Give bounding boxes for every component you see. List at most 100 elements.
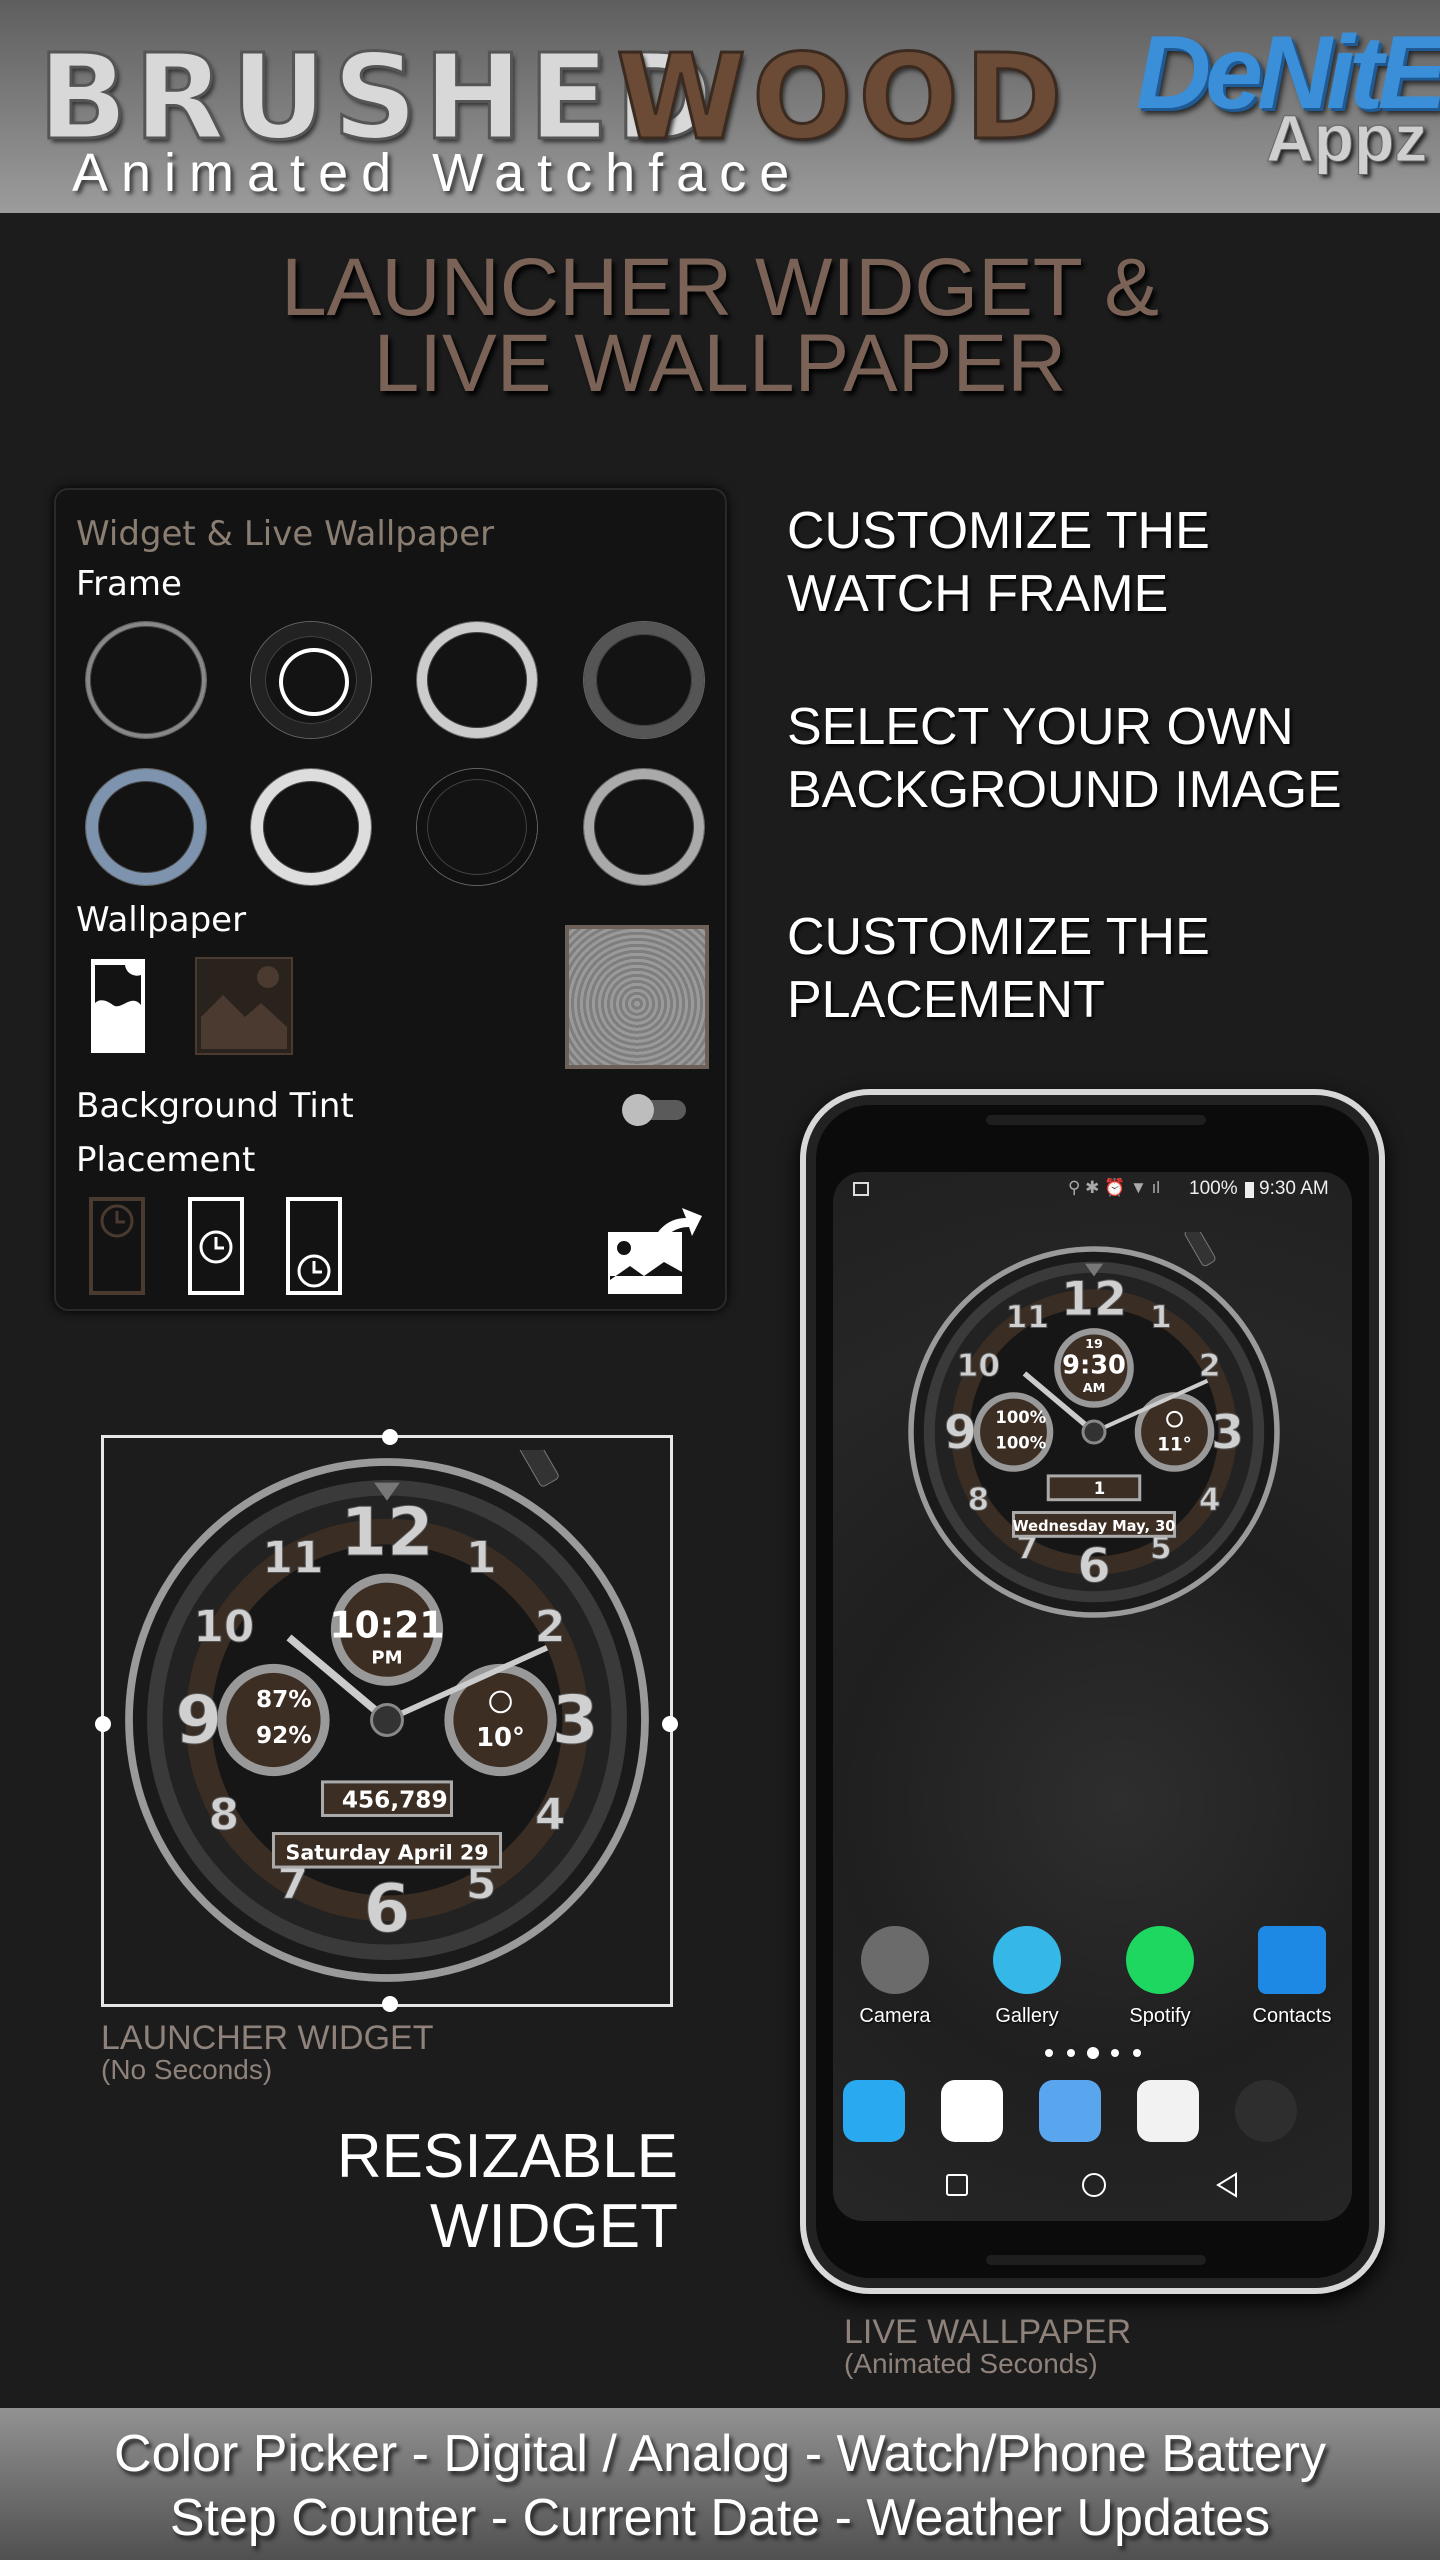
frame-option[interactable]	[86, 622, 206, 738]
app-label: Contacts	[1252, 2005, 1332, 2027]
resizable-line1: RESIZABLE	[336, 2122, 678, 2191]
battery-icon	[1245, 1182, 1254, 1198]
placement-label: Placement	[76, 1140, 256, 1180]
gallery-app-icon[interactable]	[993, 1926, 1061, 1994]
feature-text: CUSTOMIZE THE	[787, 502, 1210, 560]
temperature: 10°	[476, 1723, 525, 1753]
digital-time: 9:30	[1062, 1350, 1126, 1380]
hour-numeral: 2	[535, 1601, 566, 1652]
wallpaper-gallery-icon[interactable]	[195, 957, 293, 1055]
hour-numeral: 10	[957, 1348, 1000, 1384]
nav-bar	[833, 2162, 1352, 2212]
frame-option[interactable]	[417, 769, 537, 885]
hour-numeral: 4	[535, 1790, 566, 1841]
center-cap	[1081, 1419, 1107, 1445]
status-icons: ⚲ ✱ ⏰ ▼ ıl	[1068, 1178, 1161, 1197]
frame-option[interactable]	[584, 769, 704, 885]
phone-battery: 100%	[995, 1433, 1046, 1452]
frame-option[interactable]	[86, 769, 206, 885]
camera-app-icon[interactable]	[861, 1926, 929, 1994]
caption-subtitle: (No Seconds)	[101, 2054, 273, 2085]
page-dot[interactable]	[1067, 2049, 1075, 2057]
hour-numeral: 9	[944, 1405, 977, 1460]
feature-text: SELECT YOUR OWN	[787, 698, 1294, 756]
app-drawer-icon[interactable]	[1235, 2080, 1297, 2142]
chrome-icon[interactable]	[941, 2080, 1003, 2142]
caption-title: LIVE WALLPAPER	[844, 2313, 1132, 2351]
watch-battery: 100%	[995, 1408, 1046, 1427]
panel-title: Widget & Live Wallpaper	[76, 514, 495, 554]
recents-button[interactable]	[946, 2174, 968, 2196]
phone-screen: ⚲ ✱ ⏰ ▼ ıl 100% 9:30 AM 12 1 2 3 4 5 6 7 8 9 10 11 1…	[833, 1172, 1352, 2221]
email-icon[interactable]	[1137, 2080, 1199, 2142]
am-pm: PM	[371, 1647, 402, 1668]
background-tint-toggle[interactable]	[622, 1094, 688, 1126]
launcher-widget-caption: LAUNCHER WIDGET (No Seconds)	[101, 2019, 434, 2086]
hour-numeral: 11	[1006, 1299, 1049, 1335]
subtitle: Animated Watchface	[72, 143, 803, 203]
back-button[interactable]	[1215, 2172, 1239, 2198]
wallpaper-portrait-icon[interactable]	[89, 957, 147, 1055]
am-pm: AM	[1083, 1381, 1106, 1396]
frame-option[interactable]	[417, 622, 537, 738]
page-dot[interactable]	[1111, 2049, 1119, 2057]
resize-handle-bottom[interactable]	[382, 1996, 398, 2012]
wallpaper-thumbnail[interactable]	[565, 925, 709, 1069]
hour-numeral: 10	[193, 1601, 254, 1652]
earpiece-speaker	[986, 1115, 1206, 1125]
placement-middle-icon[interactable]	[188, 1197, 244, 1295]
hour-numeral: 11	[262, 1532, 323, 1583]
page-dot[interactable]	[1045, 2049, 1053, 2057]
wallpaper-watchface: 12 1234567891011199:30AM100%100% 11°1Wedne…	[908, 1232, 1280, 1618]
bottom-speaker	[986, 2255, 1206, 2265]
page-dot[interactable]	[1133, 2049, 1141, 2057]
headline-line2: LIVE WALLPAPER	[373, 318, 1067, 409]
frame-option[interactable]	[584, 622, 704, 738]
resizable-line2: WIDGET	[430, 2192, 678, 2261]
feature-band-line2: Step Counter - Current Date - Weather Up…	[169, 2489, 1271, 2547]
temperature: 11°	[1157, 1434, 1192, 1455]
frame-label: Frame	[76, 564, 182, 604]
hour-numeral: 2	[1199, 1348, 1221, 1384]
resize-handle-top[interactable]	[382, 1429, 398, 1445]
feature-band-line1: Color Picker - Digital / Analog - Watch/…	[114, 2425, 1326, 2483]
hour-numeral: 8	[967, 1482, 989, 1518]
app-label: Spotify	[1129, 2005, 1191, 2027]
page-dot[interactable]	[1087, 2047, 1099, 2059]
header-banner: BRUSHED WOOD Animated Watchface DeNitE! …	[0, 0, 1440, 213]
caption-title: LAUNCHER WIDGET	[101, 2019, 434, 2057]
feature-text: PLACEMENT	[787, 971, 1105, 1029]
home-button[interactable]	[1082, 2173, 1106, 2197]
crown-button	[1184, 1232, 1216, 1267]
frame-option[interactable]	[251, 622, 371, 738]
step-count: 1	[1094, 1479, 1105, 1498]
hour-numeral: 3	[1211, 1405, 1244, 1460]
feature-text: CUSTOMIZE THE	[787, 908, 1210, 966]
denite-appz-logo: DeNitE! Appz	[1136, 14, 1440, 176]
messages-icon[interactable]	[1039, 2080, 1101, 2142]
hour-numeral: 3	[552, 1681, 599, 1759]
contacts-app-icon[interactable]	[1258, 1926, 1326, 1994]
set-wallpaper-share-icon[interactable]	[606, 1204, 704, 1296]
frame-option[interactable]	[251, 769, 371, 885]
hour-numeral: 9	[175, 1681, 222, 1759]
battery-percent: 100%	[1189, 1178, 1238, 1199]
hour-numeral: 4	[1199, 1482, 1221, 1518]
hour-numeral: 8	[209, 1790, 240, 1841]
placement-bottom-icon[interactable]	[286, 1197, 342, 1295]
hour-numeral: 6	[364, 1870, 411, 1948]
feature-text: BACKGROUND IMAGE	[787, 761, 1342, 819]
phone-icon[interactable]	[843, 2080, 905, 2142]
placement-top-icon[interactable]	[89, 1197, 145, 1295]
status-time: 9:30 AM	[1259, 1178, 1329, 1199]
app-label: Camera	[859, 2005, 931, 2027]
live-wallpaper-caption: LIVE WALLPAPER (Animated Seconds)	[844, 2313, 1132, 2380]
step-count: 456,789	[342, 1787, 448, 1814]
spotify-app-icon[interactable]	[1126, 1926, 1194, 1994]
wallpaper-label: Wallpaper	[76, 900, 247, 940]
date-text: Wednesday May, 30	[1013, 1518, 1176, 1535]
watch-battery: 87%	[256, 1686, 312, 1713]
feature-band: Color Picker - Digital / Analog - Watch/…	[0, 2408, 1440, 2560]
resize-handle-left[interactable]	[95, 1716, 111, 1732]
hour-numeral: 1	[1150, 1299, 1172, 1335]
